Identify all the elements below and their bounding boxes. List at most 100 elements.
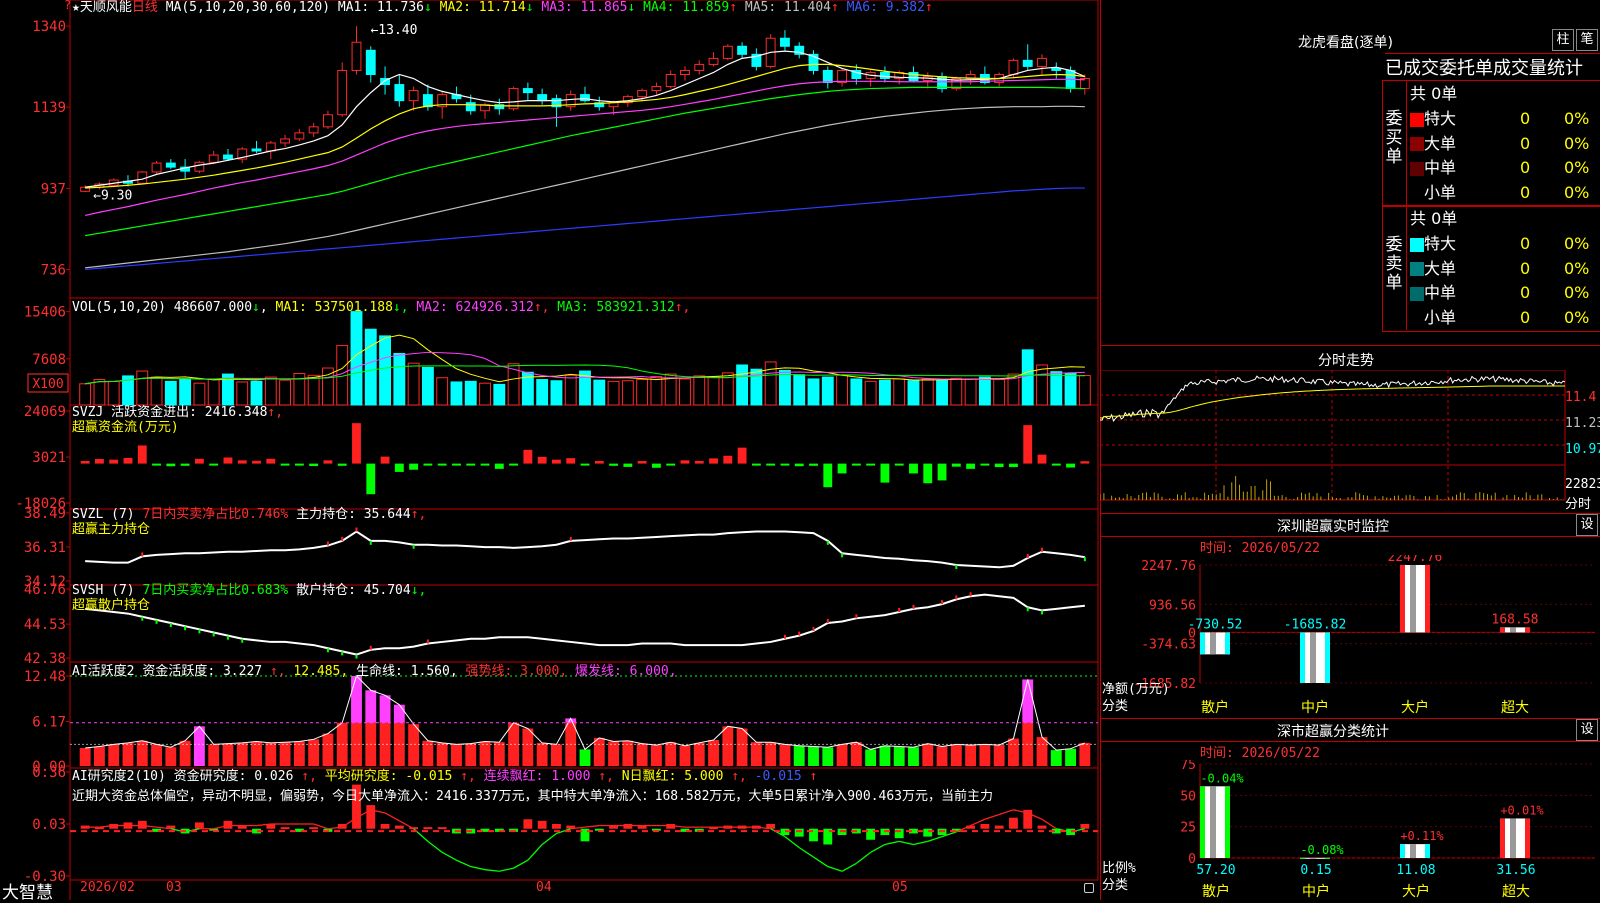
- order-row[interactable]: 大单 0 0%: [1410, 255, 1600, 279]
- candle-body: [280, 138, 291, 144]
- sz-class-chart[interactable]: 75 50 25 0 -0.04% 57.20 散户 -0.08% 0.15 中户 +0.11% 11…: [1100, 760, 1600, 900]
- ai-research-bar: [437, 827, 447, 830]
- svzl-tick-mark: [826, 540, 829, 545]
- volume-bar: [850, 378, 863, 406]
- ai-research-item: 平均研究度:: [324, 769, 406, 784]
- order-count: 0: [1520, 158, 1531, 177]
- szc-bar-edge: [1225, 786, 1230, 858]
- svsh-hold-value: 45.704: [363, 583, 411, 598]
- szm-bar-edge: [1400, 565, 1405, 633]
- color-swatch: [1410, 161, 1424, 176]
- sz-monitor-chart[interactable]: 2247.76936.560-374.63-1685.82-730.52散户-1…: [1100, 555, 1600, 715]
- ai-active-bar: [151, 744, 162, 766]
- svzj-bar: [623, 463, 633, 467]
- vol-unit-label: X100: [32, 377, 63, 392]
- szm-bar-edge: [1200, 632, 1205, 655]
- order-row[interactable]: 大单 0 0%: [1410, 130, 1600, 154]
- candle-body: [537, 94, 548, 102]
- volume-bar: [779, 369, 791, 406]
- ai-active-bar: [936, 746, 948, 766]
- svzl-tick-mark: [1026, 553, 1029, 558]
- volume-bar: [1064, 372, 1077, 406]
- szc-bar-shade: [1510, 818, 1516, 858]
- svzj-bar: [323, 460, 333, 464]
- order-count: 0: [1520, 283, 1531, 302]
- candle-body: [879, 71, 890, 80]
- ai-active-item: 爆发线:: [574, 664, 630, 679]
- intraday-chart[interactable]: [1100, 370, 1600, 515]
- order-row[interactable]: 小单 0 0%: [1410, 304, 1600, 328]
- ai-research-y-tick: 0.36: [32, 765, 66, 781]
- ai-research-bar: [537, 820, 547, 829]
- volume-bar: [236, 381, 249, 406]
- volume-bar: [393, 352, 406, 406]
- szm-bar-group-1: [1300, 632, 1330, 683]
- volume-bar: [250, 380, 263, 406]
- ai-active-bar: [293, 741, 305, 766]
- color-swatch: [1410, 237, 1424, 252]
- x-label-feb: 2026/02: [80, 880, 135, 895]
- bar-mode-button[interactable]: 柱: [1552, 29, 1574, 51]
- order-row[interactable]: 特大 0 0%: [1410, 230, 1600, 254]
- ai-research-bar: [1080, 824, 1090, 829]
- order-row[interactable]: 中单 0 0%: [1410, 154, 1600, 178]
- vol-y-tick: 15406: [24, 305, 66, 321]
- ai-active-bar: [222, 743, 234, 766]
- sz-monitor-settings-button[interactable]: 设: [1576, 514, 1598, 536]
- ai-active-legend: AI活跃度2 资金活跃度: 3.227 ↑, 12.485, 生命线: 1.56…: [72, 660, 677, 679]
- szm-bar-edge: [1325, 632, 1330, 683]
- candle-body: [408, 90, 419, 102]
- main-chart-area[interactable]: ←13.40 ←9.30 X100 1340 1139 937 736 15406 7608…: [0, 0, 1100, 900]
- svzl-tick-mark: [569, 536, 572, 541]
- szm-bar-shade: [1410, 565, 1416, 633]
- svzj-bar: [1023, 425, 1033, 464]
- order-row[interactable]: 中单 0 0%: [1410, 279, 1600, 303]
- tab-stats[interactable]: 统计: [1547, 58, 1583, 79]
- tab-volume[interactable]: 成交量: [1493, 58, 1547, 79]
- szm-bar-edge: [1525, 627, 1530, 633]
- ai-active-bar: [808, 746, 819, 766]
- ai-active-bar: [779, 744, 791, 766]
- svzj-bar: [737, 447, 747, 464]
- ai-research-bar: [623, 824, 633, 829]
- szm-y-tick: -374.63: [1141, 638, 1196, 653]
- ai-active-y-tick: 12.48: [24, 669, 66, 685]
- sz-class-settings-button[interactable]: 设: [1576, 719, 1598, 741]
- ai-research-line: [470, 865, 486, 871]
- ai-research-item: ↑,: [460, 769, 484, 784]
- ai-active-bar: [551, 744, 562, 766]
- szc-ylabel: 比例%: [1102, 861, 1136, 876]
- szc-bar-shade: [1310, 857, 1316, 859]
- period-label[interactable]: 日线: [132, 0, 158, 15]
- ai-active-bar: [693, 742, 705, 766]
- order-row[interactable]: 小单 0 0%: [1410, 179, 1600, 203]
- color-swatch: [1410, 186, 1424, 200]
- ai-research-item: -0.015: [405, 769, 461, 784]
- svzj-bar: [980, 463, 990, 466]
- ai-active-bar: [993, 745, 1005, 766]
- szc-category-label: 大户: [1402, 883, 1430, 900]
- pen-mode-button[interactable]: 笔: [1576, 29, 1598, 51]
- lock-icon[interactable]: [1084, 883, 1094, 893]
- tab-traded[interactable]: 已成交: [1385, 58, 1439, 79]
- candle-body: [937, 75, 947, 90]
- svzl-title: SVZL (7): [72, 507, 135, 522]
- svzj-bar: [966, 463, 976, 469]
- ai-active-bar: [722, 726, 734, 766]
- svzj-bar: [751, 463, 761, 466]
- order-row[interactable]: 特大 0 0%: [1410, 105, 1600, 129]
- ma1-arrow: ↓: [423, 0, 440, 15]
- tab-orders[interactable]: 委托单: [1439, 58, 1493, 79]
- svzj-bar: [637, 460, 647, 464]
- ai-active-bar: [465, 743, 477, 766]
- order-type: 中单: [1424, 283, 1457, 302]
- volume-bar: [464, 380, 477, 406]
- candle-body: [737, 45, 748, 55]
- volume-bar: [621, 380, 634, 406]
- svzj-bar: [137, 445, 147, 464]
- svzj-title: SVZJ: [72, 405, 104, 420]
- svzj-arrow: ↑,: [267, 405, 284, 420]
- candle-body: [165, 162, 176, 168]
- sz-monitor-title: 深圳超赢实时监控: [1277, 519, 1389, 535]
- stock-name[interactable]: 天顺风能: [80, 0, 132, 15]
